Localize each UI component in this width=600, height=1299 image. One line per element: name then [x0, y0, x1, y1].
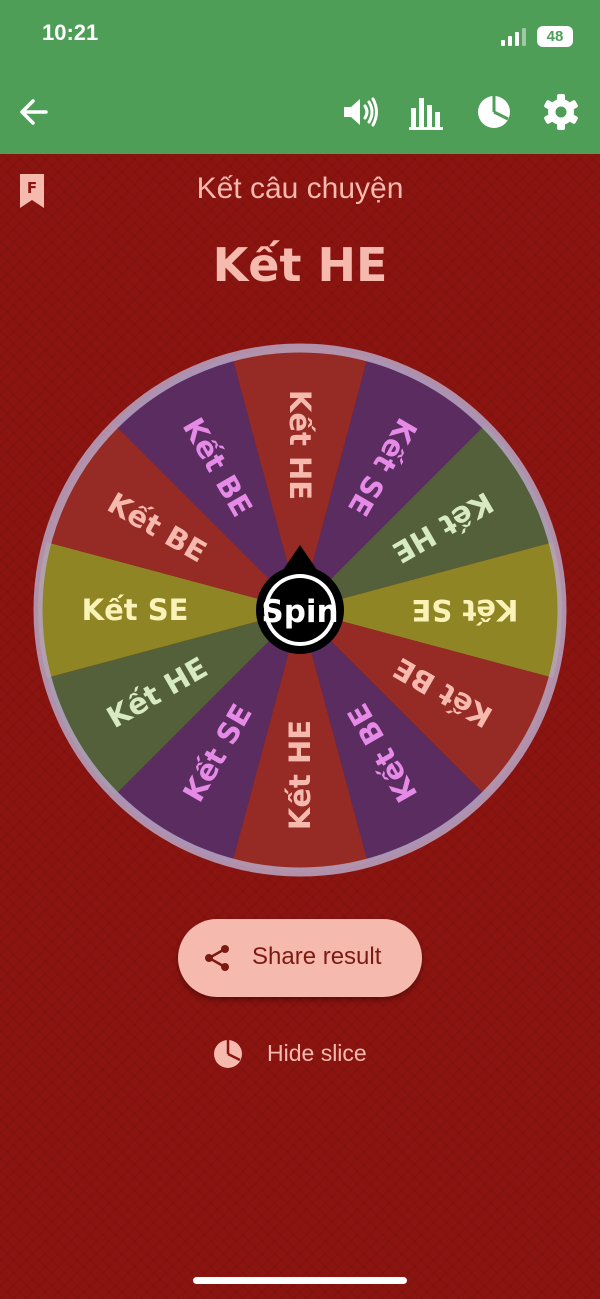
wheel-slice-label: Kết HE [283, 720, 317, 830]
wheel-slice-label: Kết SE [412, 593, 519, 627]
wheel-slice-label: Kết HE [283, 390, 317, 500]
wheel-title: Kết câu chuyện [196, 172, 404, 205]
cellular-signal-icon [501, 28, 526, 46]
hide-slice-button[interactable]: Hide slice [212, 1034, 392, 1074]
spin-wheel[interactable]: Kết HE Kết SEKết HEKết SEKết BEKết BEKết … [30, 340, 570, 880]
battery-icon: 48 [537, 26, 573, 47]
share-result-button[interactable]: Share result [178, 919, 422, 997]
app-bar [0, 70, 600, 154]
pie-chart-icon [214, 1040, 242, 1068]
home-indicator [193, 1277, 407, 1284]
stats-bar-chart-icon[interactable] [407, 92, 447, 132]
spin-result: Kết HE [212, 238, 388, 292]
spin-label: Spin [261, 594, 338, 630]
pie-chart-icon[interactable] [474, 92, 514, 132]
share-result-label: Share result [252, 943, 382, 970]
hide-slice-label: Hide slice [267, 1040, 367, 1066]
settings-gear-icon[interactable] [541, 92, 581, 132]
status-time: 10:21 [42, 20, 99, 45]
wheel-slice-label: Kết SE [82, 593, 189, 627]
sound-icon[interactable] [340, 92, 380, 132]
status-bar: 10:21 48 [0, 0, 600, 70]
share-icon [205, 945, 229, 971]
back-arrow-icon[interactable] [14, 92, 54, 132]
